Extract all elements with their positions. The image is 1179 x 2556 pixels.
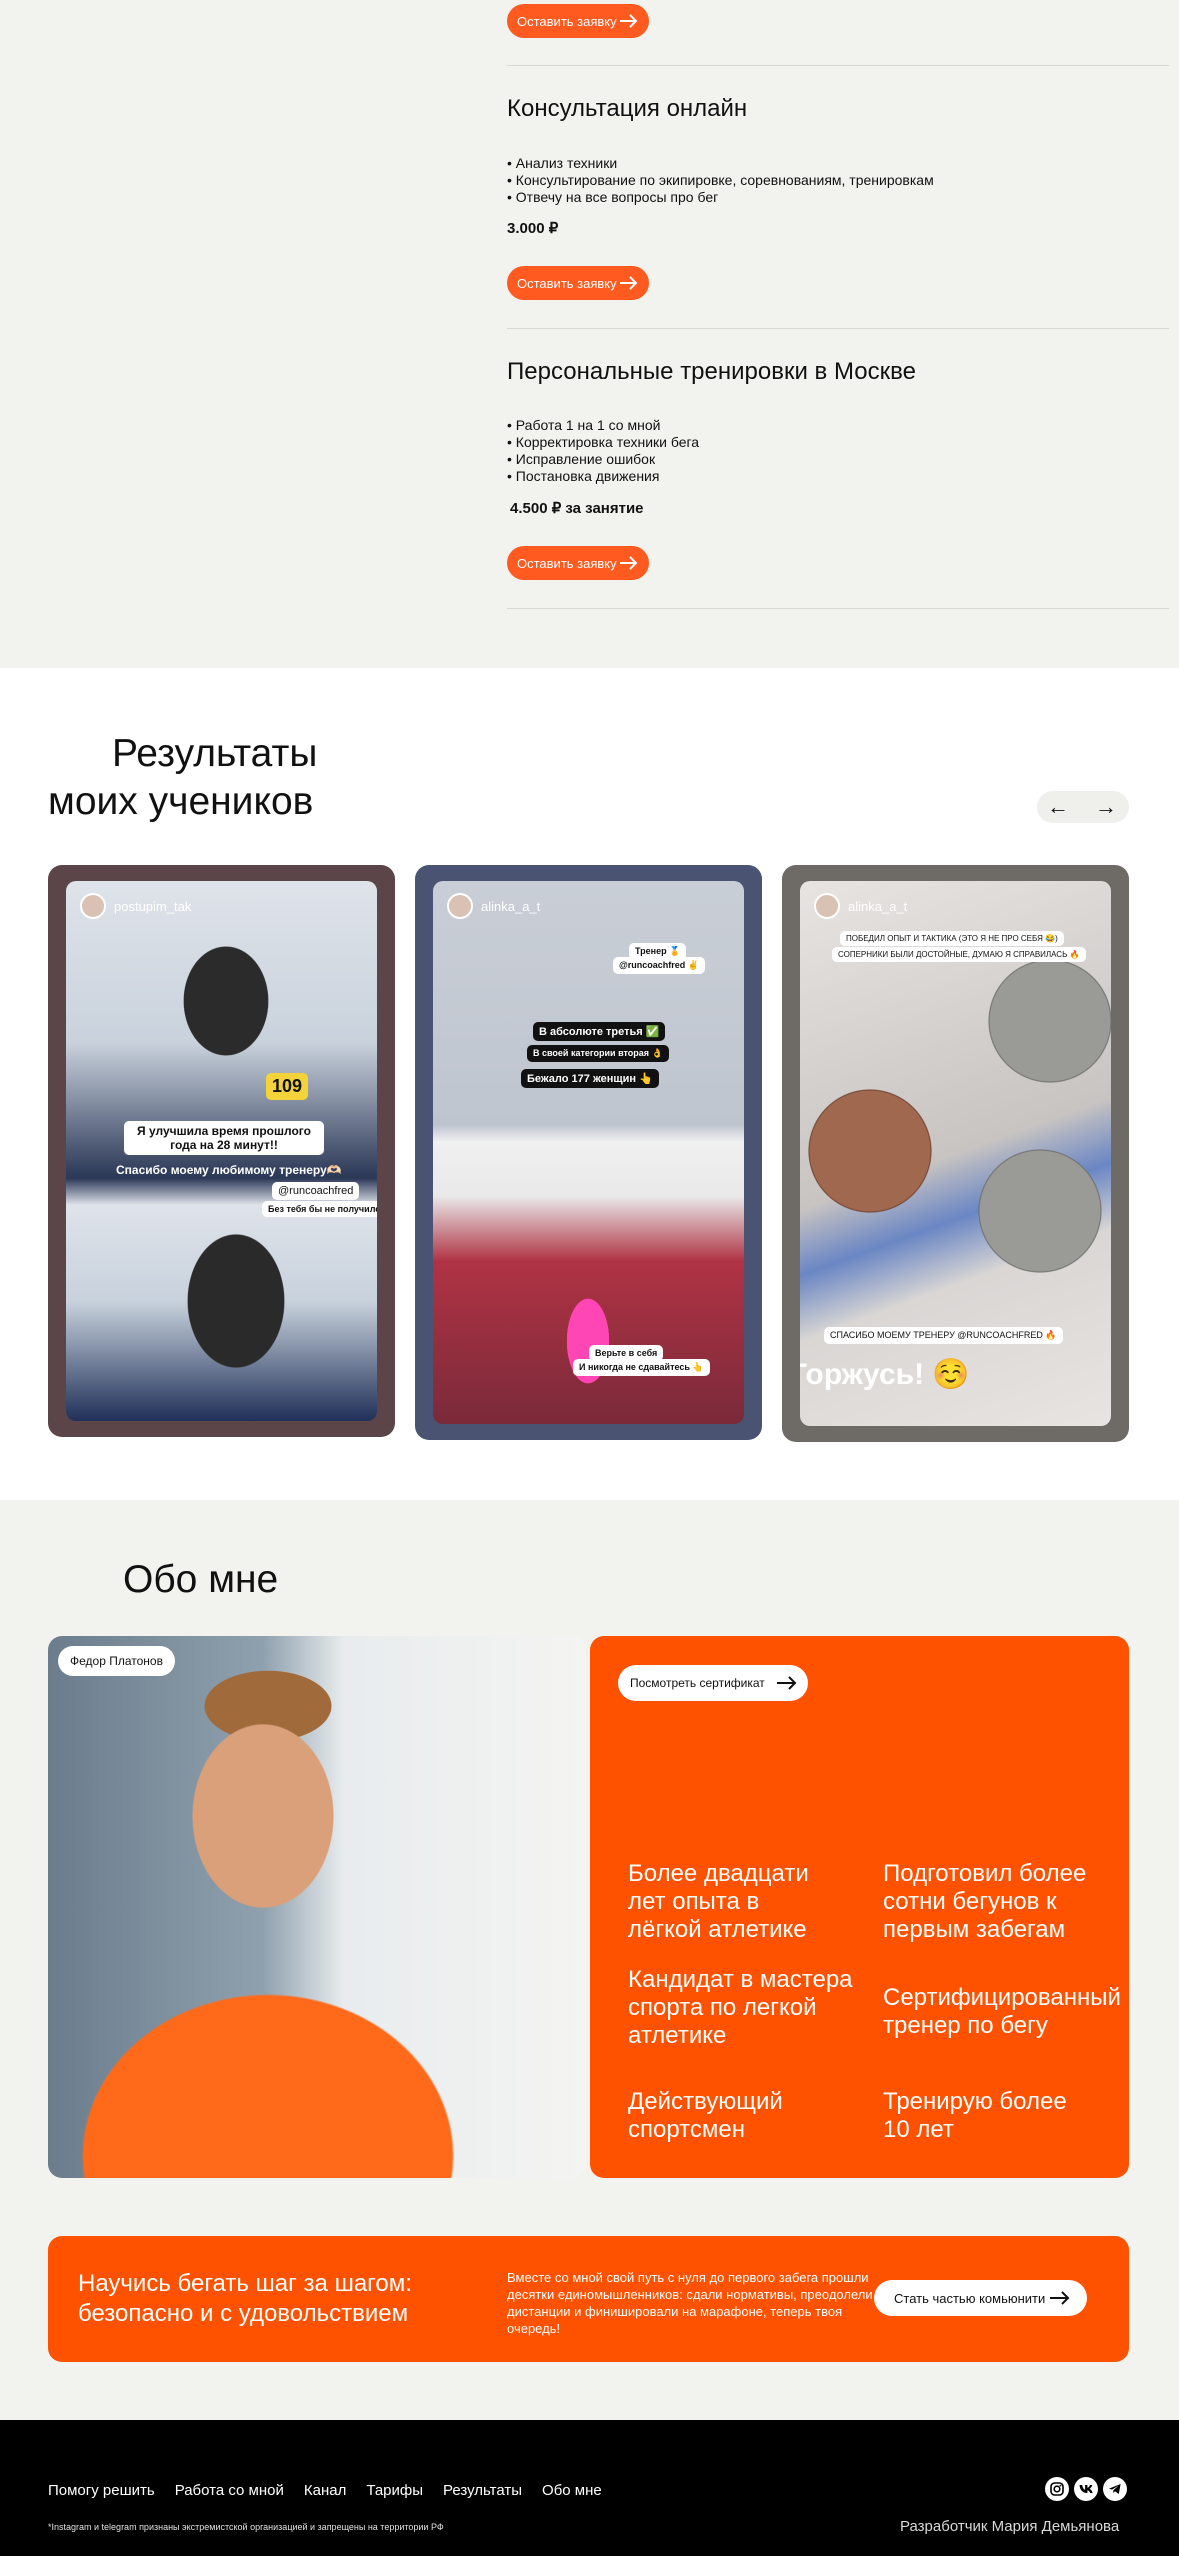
list-item: Исправление ошибок [507, 451, 699, 468]
social-links [1045, 2477, 1127, 2501]
arrow-right-icon [777, 1676, 797, 1690]
footer-link[interactable]: Тарифы [366, 2482, 423, 2499]
list-item: Корректировка техники бега [507, 434, 699, 451]
story-sticker: @runcoachfred ✌️ [613, 957, 705, 974]
service-price: 3.000 ₽ [507, 220, 559, 237]
story-handle: alinka_a_t [447, 893, 540, 919]
instagram-icon[interactable] [1045, 2477, 1069, 2501]
story-sticker: В абсолюте третья ✅ [533, 1022, 666, 1041]
story-image: alinka_a_t ПОБЕДИЛ ОПЫТ И ТАКТИКА (ЭТО Я… [800, 881, 1111, 1426]
cta-banner: Научись бегать шаг за шагом: безопасно и… [48, 2236, 1129, 2362]
story-sticker: @runcoachfred [272, 1182, 360, 1200]
story-sticker: Бежало 177 женщин 👆 [521, 1069, 659, 1088]
story-sticker: СПАСИБО МОЕМУ ТРЕНЕРУ @RUNCOACHFRED 🔥 [824, 1327, 1063, 1344]
list-item: Работа 1 на 1 со мной [507, 417, 699, 434]
avatar [80, 893, 106, 919]
telegram-icon[interactable] [1103, 2477, 1127, 2501]
list-item: Отвечу на все вопросы про бег [507, 189, 934, 206]
service-bullets: Работа 1 на 1 со мной Корректировка техн… [507, 417, 699, 485]
cta-title: Научись бегать шаг за шагом: безопасно и… [78, 2270, 412, 2327]
request-button-3[interactable]: Оставить заявку [507, 546, 649, 580]
story-sticker: Без тебя бы не получилось [262, 1201, 377, 1217]
cta-text: Вместе со мной свой путь с нуля до перво… [507, 2270, 873, 2336]
developer-credit: Разработчик Мария Демьянова [900, 2518, 1120, 2535]
footer-link[interactable]: Работа со мной [175, 2482, 284, 2499]
story-handle: postupim_tak [80, 893, 191, 919]
services-section: Оставить заявку Консультация онлайн Анал… [0, 0, 1179, 668]
results-section: Результаты моих учеников ← → postupim_ta… [0, 668, 1179, 1500]
list-item: Консультирование по экипировке, соревнов… [507, 172, 934, 189]
fact-item: Кандидат в мастера спорта по легкой атле… [628, 1966, 853, 2049]
request-button-2[interactable]: Оставить заявку [507, 266, 649, 300]
story-caption: Горжусь! ☺️ [800, 1358, 970, 1391]
vk-icon[interactable] [1074, 2477, 1098, 2501]
service-price: 4.500 ₽ за занятие [510, 500, 644, 517]
footer-link[interactable]: Помогу решить [48, 2482, 155, 2499]
arrow-right-icon [620, 556, 638, 570]
carousel-nav: ← → [1037, 791, 1129, 823]
story-sticker: СОПЕРНИКИ БЫЛИ ДОСТОЙНЫЕ, ДУМАЮ Я СПРАВИ… [832, 947, 1086, 962]
footer-link[interactable]: Канал [304, 2482, 346, 2499]
coach-photo: Федор Платонов [48, 1636, 586, 2178]
footer-nav: Помогу решить Работа со мной Канал Тариф… [48, 2482, 602, 2499]
story-sticker: ПОБЕДИЛ ОПЫТ И ТАКТИКА (ЭТО Я НЕ ПРО СЕБ… [840, 931, 1064, 946]
arrow-right-icon[interactable]: → [1095, 794, 1117, 820]
fact-item: Тренирую более 10 лет [883, 2088, 1067, 2143]
result-card-2[interactable]: alinka_a_t Тренер 🏅 @runcoachfred ✌️ В а… [415, 865, 762, 1440]
result-card-3[interactable]: alinka_a_t ПОБЕДИЛ ОПЫТ И ТАКТИКА (ЭТО Я… [782, 865, 1129, 1442]
arrow-right-icon [620, 14, 638, 28]
list-item: Анализ техники [507, 155, 934, 172]
view-certificate-button[interactable]: Посмотреть сертификат [618, 1665, 808, 1701]
arrow-left-icon[interactable]: ← [1047, 794, 1069, 820]
results-title: Результаты моих учеников [48, 732, 318, 823]
story-sticker: Я улучшила время прошлого года на 28 мин… [124, 1121, 324, 1155]
request-button-1[interactable]: Оставить заявку [507, 4, 649, 38]
facts-panel: Посмотреть сертификат Более двадцати лет… [590, 1636, 1129, 2178]
service-bullets: Анализ техники Консультирование по экипи… [507, 155, 934, 206]
bib-number: 109 [266, 1073, 309, 1100]
story-sticker: Спасибо моему любимому тренеру🫶🏻 [116, 1163, 342, 1177]
about-section: Обо мне Федор Платонов Посмотреть сертиф… [0, 1500, 1179, 2420]
divider [507, 65, 1169, 66]
service-title: Консультация онлайн [507, 95, 748, 122]
about-title: Обо мне [123, 1558, 279, 1601]
fact-item: Более двадцати лет опыта в лёгкой атлети… [628, 1860, 809, 1943]
avatar [447, 893, 473, 919]
fact-item: Сертифицированный тренер по бегу [883, 1984, 1121, 2039]
divider [507, 328, 1169, 329]
story-image: postupim_tak Я улучшила время прошлого г… [66, 881, 377, 1421]
fact-item: Подготовил более сотни бегунов к первым … [883, 1860, 1087, 1943]
footer-link[interactable]: Результаты [443, 2482, 522, 2499]
story-sticker: И никогда не сдавайтесь 👆 [573, 1359, 710, 1376]
footer-link[interactable]: Обо мне [542, 2482, 602, 2499]
story-sticker: В своей категории вторая 👌 [527, 1045, 669, 1062]
service-title: Персональные тренировки в Москве [507, 358, 916, 385]
name-tag: Федор Платонов [58, 1646, 175, 1676]
story-handle: alinka_a_t [814, 893, 907, 919]
fact-item: Действующий спортсмен [628, 2088, 783, 2143]
arrow-right-icon [620, 276, 638, 290]
footer-disclaimer: *Instagram и telegram признаны экстремис… [48, 2522, 444, 2532]
divider [507, 608, 1169, 609]
join-community-button[interactable]: Стать частью комьюнити [874, 2280, 1087, 2316]
avatar [814, 893, 840, 919]
arrow-right-icon [1050, 2291, 1070, 2305]
list-item: Постановка движения [507, 468, 699, 485]
footer: Помогу решить Работа со мной Канал Тариф… [0, 2420, 1179, 2556]
story-image: alinka_a_t Тренер 🏅 @runcoachfred ✌️ В а… [433, 881, 744, 1424]
result-card-1[interactable]: postupim_tak Я улучшила время прошлого г… [48, 865, 395, 1437]
